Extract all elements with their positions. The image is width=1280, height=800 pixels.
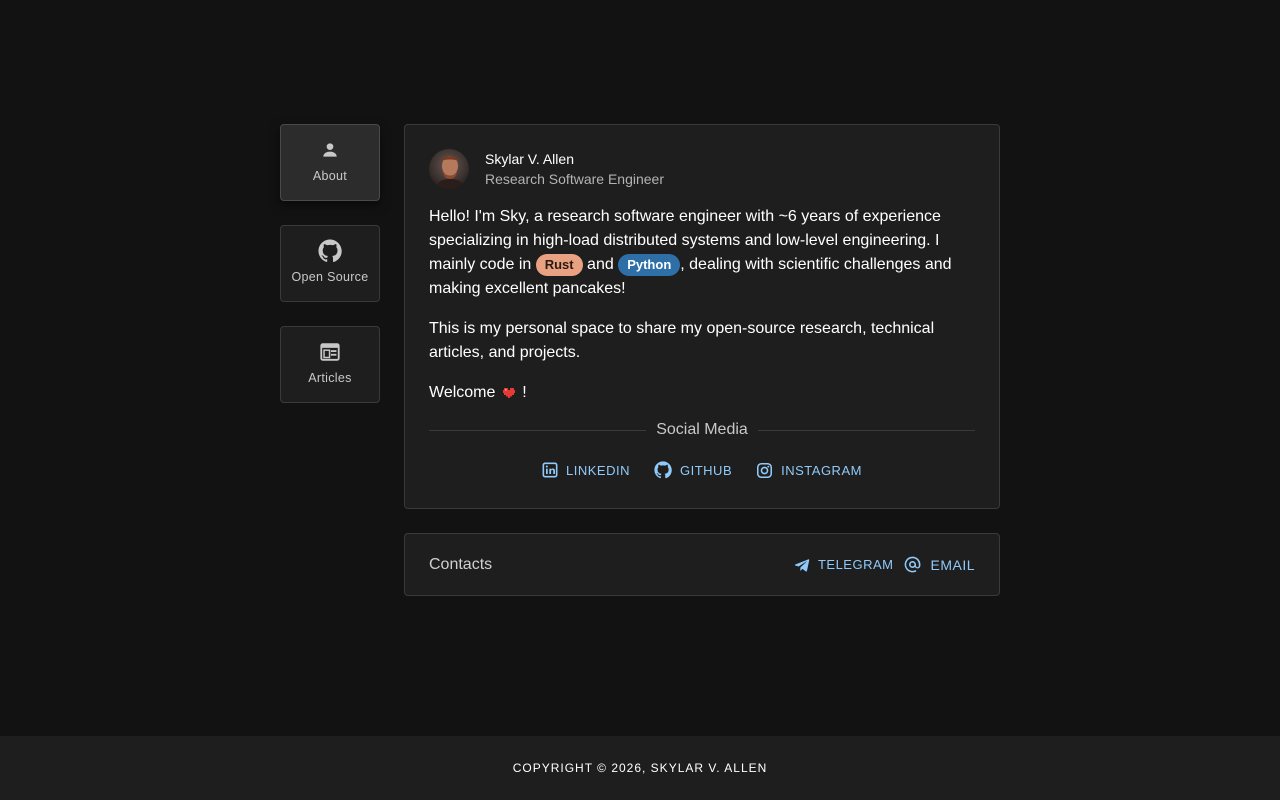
copyright-text: COPYRIGHT © 2026, SKYLAR V. ALLEN (512, 761, 768, 775)
instagram-link[interactable]: INSTAGRAM (756, 461, 862, 479)
rust-chip: Rust (535, 254, 583, 276)
welcome-text: Welcome (429, 384, 500, 401)
instagram-icon (757, 462, 773, 478)
bio-paragraph: Hello! I'm Sky, a research software engi… (429, 205, 975, 301)
python-chip: Python (618, 254, 681, 276)
telegram-icon (794, 558, 810, 571)
contact-links: TELEGRAM EMAIL (794, 555, 975, 574)
bio-paragraph: This is my personal space to share my op… (429, 320, 935, 361)
github-link[interactable]: GITHUB (654, 461, 732, 479)
social-heading: Social Media (656, 421, 748, 438)
contacts-title: Contacts (429, 555, 493, 573)
side-nav: About Open Source Articles (280, 124, 380, 427)
telegram-link[interactable]: TELEGRAM (794, 557, 894, 573)
profile-header: Skylar V. Allen Research Software Engine… (429, 149, 975, 189)
person-icon (320, 137, 340, 163)
page: About Open Source Articles Skylar V. All… (0, 0, 1280, 800)
nav-item-label: About (312, 169, 348, 183)
bio-text: and (582, 256, 619, 273)
email-link[interactable]: EMAIL (903, 555, 975, 574)
profile-card: Skylar V. Allen Research Software Engine… (404, 124, 1000, 509)
profile-role: Research Software Engineer (485, 171, 664, 187)
social-links: LINKEDIN GITHUB INSTAGRAM (429, 461, 975, 479)
footer: COPYRIGHT © 2026, SKYLAR V. ALLEN (0, 736, 1280, 800)
nav-item-label: Open Source (291, 270, 369, 284)
linkedin-label: LINKEDIN (566, 462, 630, 478)
article-icon (319, 339, 341, 365)
telegram-label: TELEGRAM (817, 557, 894, 572)
profile-name: Skylar V. Allen (485, 151, 574, 167)
instagram-label: INSTAGRAM (781, 462, 862, 478)
nav-item-articles[interactable]: Articles (280, 326, 380, 403)
divider-line (757, 429, 976, 431)
at-sign-icon (905, 556, 921, 573)
linkedin-icon (542, 462, 558, 478)
bio: Hello! I'm Sky, a research software engi… (429, 205, 975, 405)
avatar (429, 149, 469, 189)
social-divider: Social Media (429, 421, 976, 439)
welcome-line: Welcome ! (429, 381, 975, 405)
nav-item-label: Articles (308, 371, 352, 385)
github-label: GITHUB (680, 462, 733, 478)
linkedin-link[interactable]: LINKEDIN (542, 461, 630, 479)
welcome-end: ! (517, 384, 527, 401)
divider-line (429, 429, 647, 431)
contacts-card: Contacts TELEGRAM EMAIL (404, 533, 1000, 596)
nav-item-about[interactable]: About (280, 124, 380, 201)
github-icon (318, 238, 342, 264)
email-label: EMAIL (930, 556, 975, 573)
github-icon (654, 461, 672, 479)
heart-icon (502, 383, 516, 398)
nav-item-open-source[interactable]: Open Source (280, 225, 380, 302)
